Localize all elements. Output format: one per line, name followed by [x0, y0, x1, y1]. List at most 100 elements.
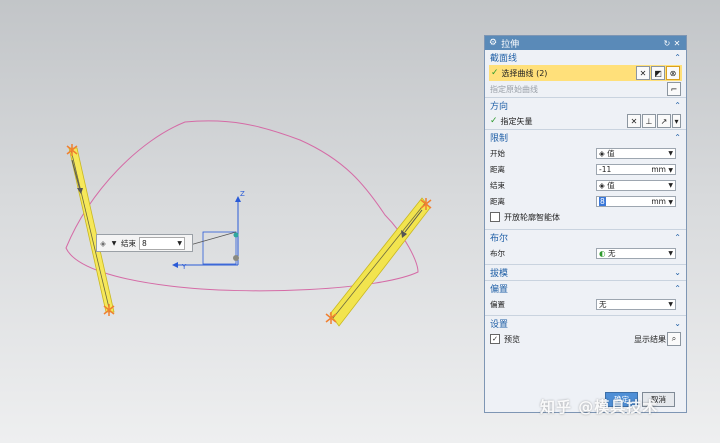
section-title-limits: 限制 — [490, 134, 509, 144]
magnifier-icon[interactable]: ⌕ — [667, 332, 681, 346]
extrude-dialog: ⚙ 拉伸 ↻ ✕ 截面线 ⌃ ✓ 选择曲线 (2) ✕ ◩ ⊗ 指定原始曲线 ⌐… — [484, 35, 687, 413]
chevron-down-icon[interactable]: ▾ — [672, 114, 681, 128]
chevron-down-icon[interactable]: ▼ — [668, 182, 673, 189]
extrude-edge-left — [70, 149, 111, 313]
section-header-draft[interactable]: 拔模 ⌄ — [485, 264, 686, 280]
check-icon: ✓ — [490, 116, 498, 126]
end-distance-row: 距离 8 mm ▼ — [485, 193, 686, 209]
dialog-titlebar[interactable]: ⚙ 拉伸 ↻ ✕ — [485, 36, 686, 50]
start-distance-field[interactable]: -11 mm ▼ — [596, 163, 676, 175]
section-title-direction: 方向 — [490, 102, 509, 112]
end-type-select[interactable]: ◈ 值 ▼ — [596, 179, 676, 191]
select-curve-row[interactable]: ✓ 选择曲线 (2) ✕ ◩ ⊗ — [489, 65, 682, 81]
dialog-title: 拉伸 — [501, 39, 520, 50]
section-curve — [65, 120, 419, 292]
specify-vector-label: 指定矢量 — [500, 116, 533, 126]
start-type-value: 值 — [607, 148, 615, 158]
watermark: 知乎 @模具技术 — [540, 398, 659, 416]
chevron-down-icon[interactable]: ▼ — [109, 240, 119, 247]
start-distance-row: 距离 -11 mm ▼ — [485, 161, 686, 177]
section-title-offset: 偏置 — [490, 285, 509, 295]
preview-checkbox[interactable]: ✓ — [490, 334, 500, 344]
chevron-down-icon[interactable]: ▼ — [668, 150, 673, 157]
chevron-up-icon[interactable]: ⌃ — [674, 233, 681, 242]
boolean-select[interactable]: ◐ 无 ▼ — [596, 247, 676, 259]
vector-type-icon[interactable]: ↗ — [657, 114, 671, 128]
section-header-boolean[interactable]: 布尔 ⌃ — [485, 229, 686, 245]
select-curve-label: 选择曲线 (2) — [501, 68, 548, 78]
boolean-value: 无 — [607, 248, 616, 258]
section-header-limits[interactable]: 限制 ⌃ — [485, 129, 686, 145]
end-distance-label: 距离 — [490, 196, 505, 206]
section-title-settings: 设置 — [490, 320, 509, 330]
boolean-none-icon: ◐ — [599, 248, 606, 258]
close-icon[interactable]: ✕ — [672, 39, 682, 48]
offset-row: 偏置 无 ▼ — [485, 296, 686, 312]
section-title-boolean: 布尔 — [490, 234, 509, 244]
wcs-triad — [172, 196, 241, 268]
axis-label-y: Y — [181, 263, 187, 271]
check-icon: ✓ — [491, 68, 499, 78]
open-profile-label: 开放轮廓智能体 — [504, 212, 560, 222]
chevron-down-icon[interactable]: ▼ — [668, 199, 673, 206]
float-input-field[interactable]: 8 ▼ — [139, 236, 185, 250]
extrude-face-right — [329, 197, 431, 327]
chevron-down-icon[interactable]: ▼ — [668, 301, 673, 308]
chevron-down-icon[interactable]: ⌄ — [674, 319, 681, 328]
start-row: 开始 ◈ 值 ▼ — [485, 145, 686, 161]
start-label: 开始 — [490, 148, 505, 158]
extrude-edge-right — [332, 201, 427, 319]
open-profile-row[interactable]: 开放轮廓智能体 — [485, 209, 686, 225]
curve-rule-icon[interactable]: ⊗ — [666, 66, 680, 80]
preview-row: ✓ 预览 显示结果 ⌕ — [485, 331, 686, 347]
offset-value: 无 — [599, 299, 607, 309]
chevron-down-icon[interactable]: ▼ — [177, 240, 182, 247]
section-title-draft: 拔模 — [490, 269, 509, 279]
end-label: 结束 — [490, 180, 505, 190]
section-header-offset[interactable]: 偏置 ⌃ — [485, 280, 686, 296]
vector-constructor-icon[interactable]: ⊥ — [642, 114, 656, 128]
end-distance-value: 8 — [599, 196, 606, 206]
section-header-direction[interactable]: 方向 ⌃ — [485, 97, 686, 113]
specify-vector-row[interactable]: ✓ 指定矢量 ✕ ⊥ ↗ ▾ — [485, 113, 686, 129]
end-distance-floating-input[interactable]: ◈ ▼ 结束 8 ▼ — [96, 234, 193, 252]
section-header-settings[interactable]: 设置 ⌄ — [485, 315, 686, 331]
end-row: 结束 ◈ 值 ▼ — [485, 177, 686, 193]
value-icon: ◈ — [599, 148, 605, 158]
chevron-up-icon[interactable]: ⌃ — [674, 53, 681, 62]
preview-label: 预览 — [504, 334, 520, 344]
offset-label: 偏置 — [490, 299, 505, 309]
value-type-icon[interactable]: ◈ — [97, 239, 109, 248]
show-result-label[interactable]: 显示结果 — [634, 334, 666, 345]
specify-origin-label: 指定原始曲线 — [490, 84, 538, 94]
start-type-select[interactable]: ◈ 值 ▼ — [596, 147, 676, 159]
chevron-down-icon[interactable]: ⌄ — [674, 268, 681, 277]
reverse-direction-icon[interactable]: ✕ — [627, 114, 641, 128]
start-distance-value: -11 — [599, 164, 612, 174]
chevron-up-icon[interactable]: ⌃ — [674, 133, 681, 142]
end-type-value: 值 — [607, 180, 615, 190]
end-distance-unit: mm — [651, 196, 666, 206]
float-input-value: 8 — [142, 238, 147, 248]
value-icon: ◈ — [599, 180, 605, 190]
gear-icon: ⚙ — [489, 38, 498, 48]
boolean-row: 布尔 ◐ 无 ▼ — [485, 245, 686, 261]
start-distance-unit: mm — [651, 164, 666, 174]
origin-curve-icon[interactable]: ⌐ — [667, 82, 681, 96]
chevron-up-icon[interactable]: ⌃ — [674, 284, 681, 293]
chevron-down-icon[interactable]: ▼ — [668, 167, 673, 174]
reset-icon[interactable]: ↻ — [662, 39, 672, 48]
offset-select[interactable]: 无 ▼ — [596, 298, 676, 310]
section-header-curve[interactable]: 截面线 ⌃ — [485, 50, 686, 65]
end-distance-field[interactable]: 8 mm ▼ — [596, 195, 676, 207]
specify-origin-row[interactable]: 指定原始曲线 ⌐ — [485, 81, 686, 97]
chevron-down-icon[interactable]: ▼ — [668, 250, 673, 257]
chevron-up-icon[interactable]: ⌃ — [674, 101, 681, 110]
section-title-curve: 截面线 — [490, 54, 518, 64]
float-input-label: 结束 — [121, 238, 136, 248]
curve-select-icon[interactable]: ◩ — [651, 66, 665, 80]
start-distance-label: 距离 — [490, 164, 505, 174]
boolean-label: 布尔 — [490, 248, 505, 258]
open-profile-checkbox[interactable] — [490, 212, 500, 222]
sketch-section-icon[interactable]: ✕ — [636, 66, 650, 80]
